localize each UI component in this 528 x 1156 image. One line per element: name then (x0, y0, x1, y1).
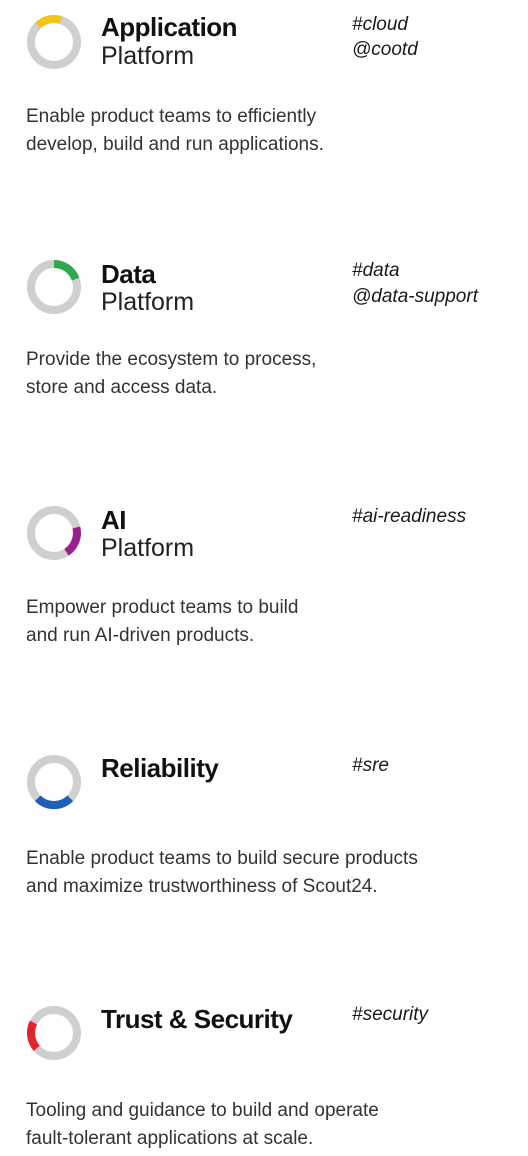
ring-segment (35, 15, 62, 29)
section-description-line: Enable product teams to efficiently (26, 106, 317, 127)
section-subtitle: Platform (101, 42, 195, 70)
section-description-line: Empower product teams to build (26, 597, 299, 618)
tag-channel[interactable]: #cloud (352, 13, 408, 37)
section-title: Reliability (101, 753, 219, 783)
ring-icon (24, 257, 84, 317)
section-title: Trust & Security (101, 1004, 293, 1034)
tag-channel[interactable]: #sre (352, 754, 389, 778)
tag-handle[interactable]: @data-support (352, 285, 478, 309)
section-title: Application (101, 12, 238, 42)
section-description-line: Provide the ecosystem to process, (26, 349, 317, 370)
ring-icon (24, 1003, 84, 1063)
section-description-line: and maximize trustworthiness of Scout24. (26, 876, 378, 897)
ring-segment (26, 1020, 40, 1051)
section-subtitle: Platform (101, 288, 195, 316)
section-description-line: develop, build and run applications. (26, 134, 324, 155)
tag-channel[interactable]: #ai-readiness (352, 505, 466, 529)
tag-channel[interactable]: #data (352, 259, 400, 283)
ring-segment (64, 526, 81, 556)
ring-icon (24, 503, 84, 563)
ring-icon (24, 12, 84, 72)
section-description-line: Enable product teams to build secure pro… (26, 848, 418, 869)
section-subtitle: Platform (101, 534, 195, 562)
ring-segment (34, 795, 74, 810)
section-description-line: Tooling and guidance to build and operat… (26, 1100, 379, 1121)
section-title: Data (101, 259, 156, 289)
section-description-line: store and access data. (26, 377, 218, 398)
section-description-line: fault-tolerant applications at scale. (26, 1128, 314, 1149)
section-title: AI (101, 505, 127, 535)
tag-handle[interactable]: @cootd (352, 38, 418, 62)
ring-segment (53, 260, 80, 281)
tag-channel[interactable]: #security (352, 1003, 428, 1027)
section-description-line: and run AI-driven products. (26, 625, 255, 646)
ring-icon (24, 752, 84, 812)
